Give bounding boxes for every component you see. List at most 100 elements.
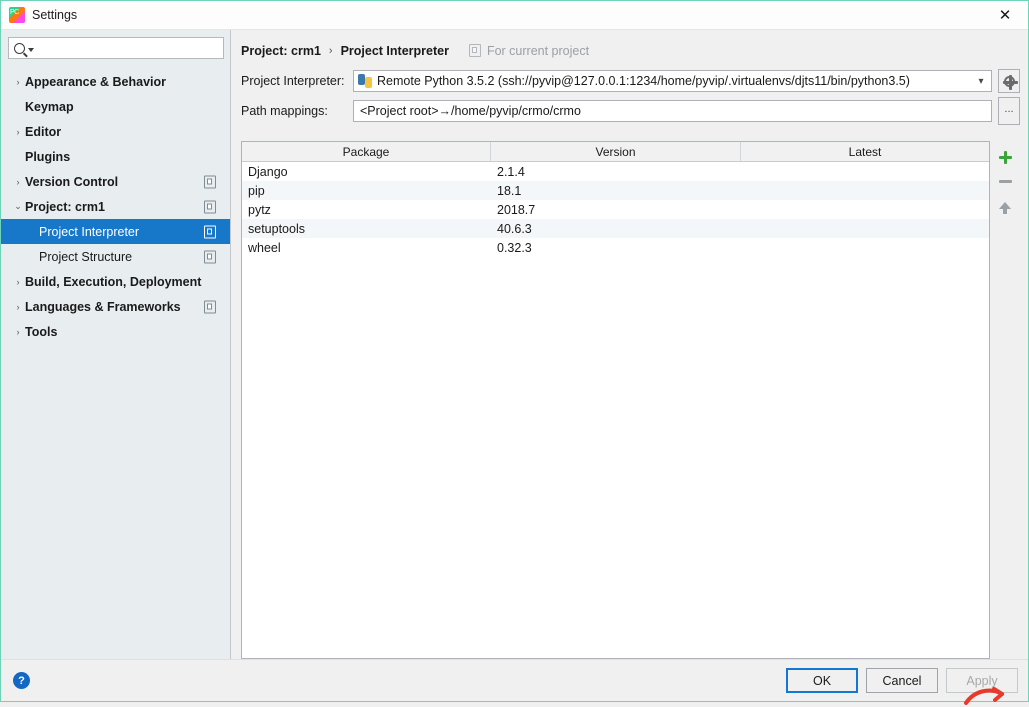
title-bar: Settings ✕ bbox=[1, 1, 1028, 30]
breadcrumb: Project: crm1 › Project Interpreter For … bbox=[231, 36, 1028, 65]
path-mappings-browse-button[interactable]: ... bbox=[998, 97, 1020, 125]
sidebar-item-appearance-behavior[interactable]: ›Appearance & Behavior bbox=[1, 69, 230, 94]
column-header-package[interactable]: Package bbox=[242, 142, 491, 161]
table-row[interactable]: Django2.1.4 bbox=[242, 162, 989, 181]
table-body: Django2.1.4pip18.1pytz2018.7setuptools40… bbox=[242, 162, 989, 658]
table-row[interactable]: pip18.1 bbox=[242, 181, 989, 200]
dialog-footer: ? OK Cancel Apply bbox=[1, 659, 1028, 701]
search-input[interactable] bbox=[8, 37, 224, 59]
ok-button[interactable]: OK bbox=[786, 668, 858, 693]
chevron-right-icon[interactable]: › bbox=[11, 177, 25, 187]
module-icon bbox=[204, 225, 216, 238]
sidebar-item-plugins[interactable]: ›Plugins bbox=[1, 144, 230, 169]
sidebar-item-version-control[interactable]: ›Version Control bbox=[1, 169, 230, 194]
breadcrumb-separator: › bbox=[329, 45, 333, 57]
chevron-right-icon[interactable]: › bbox=[11, 77, 25, 87]
cell-version: 40.6.3 bbox=[491, 222, 741, 236]
python-icon bbox=[358, 74, 372, 88]
settings-tree: ›Appearance & Behavior›Keymap›Editor›Plu… bbox=[1, 65, 230, 659]
cell-version: 18.1 bbox=[491, 184, 741, 198]
cell-package: pytz bbox=[242, 203, 491, 217]
close-icon[interactable]: ✕ bbox=[982, 2, 1028, 29]
module-icon bbox=[204, 200, 216, 213]
module-icon bbox=[204, 300, 216, 313]
chevron-right-icon[interactable]: › bbox=[11, 127, 25, 137]
main-panel: Project: crm1 › Project Interpreter For … bbox=[231, 30, 1028, 659]
sidebar-item-label: Project: crm1 bbox=[25, 200, 105, 214]
column-header-version[interactable]: Version bbox=[491, 142, 741, 161]
plus-icon bbox=[999, 151, 1012, 164]
path-mappings-label: Path mappings: bbox=[241, 104, 353, 118]
cell-package: setuptools bbox=[242, 222, 491, 236]
sidebar-item-label: Keymap bbox=[25, 100, 74, 114]
cell-version: 2018.7 bbox=[491, 203, 741, 217]
interpreter-select[interactable]: Remote Python 3.5.2 (ssh://pyvip@127.0.0… bbox=[353, 70, 992, 92]
dialog-body: ›Appearance & Behavior›Keymap›Editor›Plu… bbox=[1, 30, 1028, 659]
interpreter-value: Remote Python 3.5.2 (ssh://pyvip@127.0.0… bbox=[377, 74, 971, 88]
sidebar-item-label: Editor bbox=[25, 125, 61, 139]
arrow-up-icon bbox=[999, 202, 1011, 209]
packages-table: Package Version Latest Django2.1.4pip18.… bbox=[241, 141, 990, 659]
sidebar-item-label: Project Interpreter bbox=[39, 225, 139, 239]
interpreter-settings-button[interactable] bbox=[998, 69, 1020, 93]
settings-dialog: Settings ✕ ›Appearance & Behavior›Keymap… bbox=[0, 0, 1029, 702]
sidebar-item-build-execution-deployment[interactable]: ›Build, Execution, Deployment bbox=[1, 269, 230, 294]
breadcrumb-note-label: For current project bbox=[487, 44, 589, 58]
chevron-right-icon[interactable]: › bbox=[11, 302, 25, 312]
search-icon bbox=[14, 43, 25, 54]
package-toolbar bbox=[990, 141, 1020, 659]
sidebar-item-label: Plugins bbox=[25, 150, 70, 164]
chevron-down-icon bbox=[28, 48, 34, 52]
chevron-down-icon[interactable]: ⌄ bbox=[11, 201, 25, 212]
table-header: Package Version Latest bbox=[242, 142, 989, 162]
remove-package-button[interactable] bbox=[993, 169, 1017, 193]
window-title: Settings bbox=[32, 8, 77, 22]
sidebar-item-project-crm1[interactable]: ⌄Project: crm1 bbox=[1, 194, 230, 219]
breadcrumb-parent[interactable]: Project: crm1 bbox=[241, 44, 321, 58]
table-row[interactable]: pytz2018.7 bbox=[242, 200, 989, 219]
sidebar-item-project-interpreter[interactable]: ›Project Interpreter bbox=[1, 219, 230, 244]
sidebar-item-label: Tools bbox=[25, 325, 57, 339]
help-icon[interactable]: ? bbox=[13, 672, 30, 689]
sidebar-item-label: Version Control bbox=[25, 175, 118, 189]
packages-area: Package Version Latest Django2.1.4pip18.… bbox=[241, 141, 1020, 659]
chevron-down-icon[interactable]: ▾ bbox=[971, 76, 991, 87]
cell-package: wheel bbox=[242, 241, 491, 255]
table-row[interactable]: wheel0.32.3 bbox=[242, 238, 989, 257]
breadcrumb-current: Project Interpreter bbox=[341, 44, 449, 58]
settings-sidebar: ›Appearance & Behavior›Keymap›Editor›Plu… bbox=[1, 30, 231, 659]
module-icon bbox=[469, 44, 481, 57]
search-container bbox=[1, 30, 230, 65]
cancel-button[interactable]: Cancel bbox=[866, 668, 938, 693]
interpreter-label: Project Interpreter: bbox=[241, 74, 353, 88]
cell-version: 0.32.3 bbox=[491, 241, 741, 255]
sidebar-item-editor[interactable]: ›Editor bbox=[1, 119, 230, 144]
interpreter-row: Project Interpreter: Remote Python 3.5.2… bbox=[231, 69, 1028, 93]
sidebar-item-label: Build, Execution, Deployment bbox=[25, 275, 201, 289]
sidebar-item-label: Appearance & Behavior bbox=[25, 75, 166, 89]
table-row[interactable]: setuptools40.6.3 bbox=[242, 219, 989, 238]
sidebar-item-label: Languages & Frameworks bbox=[25, 300, 181, 314]
cell-package: pip bbox=[242, 184, 491, 198]
apply-button: Apply bbox=[946, 668, 1018, 693]
cell-version: 2.1.4 bbox=[491, 165, 741, 179]
chevron-right-icon[interactable]: › bbox=[11, 277, 25, 287]
cell-package: Django bbox=[242, 165, 491, 179]
sidebar-item-label: Project Structure bbox=[39, 250, 132, 264]
path-mappings-input[interactable]: <Project root>→/home/pyvip/crmo/crmo bbox=[353, 100, 992, 122]
pycharm-icon bbox=[9, 7, 25, 23]
module-icon bbox=[204, 250, 216, 263]
module-icon bbox=[204, 175, 216, 188]
path-mappings-row: Path mappings: <Project root>→/home/pyvi… bbox=[231, 97, 1028, 125]
upgrade-package-button[interactable] bbox=[993, 193, 1017, 217]
sidebar-item-keymap[interactable]: ›Keymap bbox=[1, 94, 230, 119]
add-package-button[interactable] bbox=[993, 145, 1017, 169]
sidebar-item-tools[interactable]: ›Tools bbox=[1, 319, 230, 344]
breadcrumb-note: For current project bbox=[469, 44, 589, 58]
chevron-right-icon[interactable]: › bbox=[11, 327, 25, 337]
gear-icon bbox=[1004, 76, 1015, 87]
minus-icon bbox=[999, 180, 1012, 183]
sidebar-item-languages-frameworks[interactable]: ›Languages & Frameworks bbox=[1, 294, 230, 319]
sidebar-item-project-structure[interactable]: ›Project Structure bbox=[1, 244, 230, 269]
column-header-latest[interactable]: Latest bbox=[741, 142, 989, 161]
